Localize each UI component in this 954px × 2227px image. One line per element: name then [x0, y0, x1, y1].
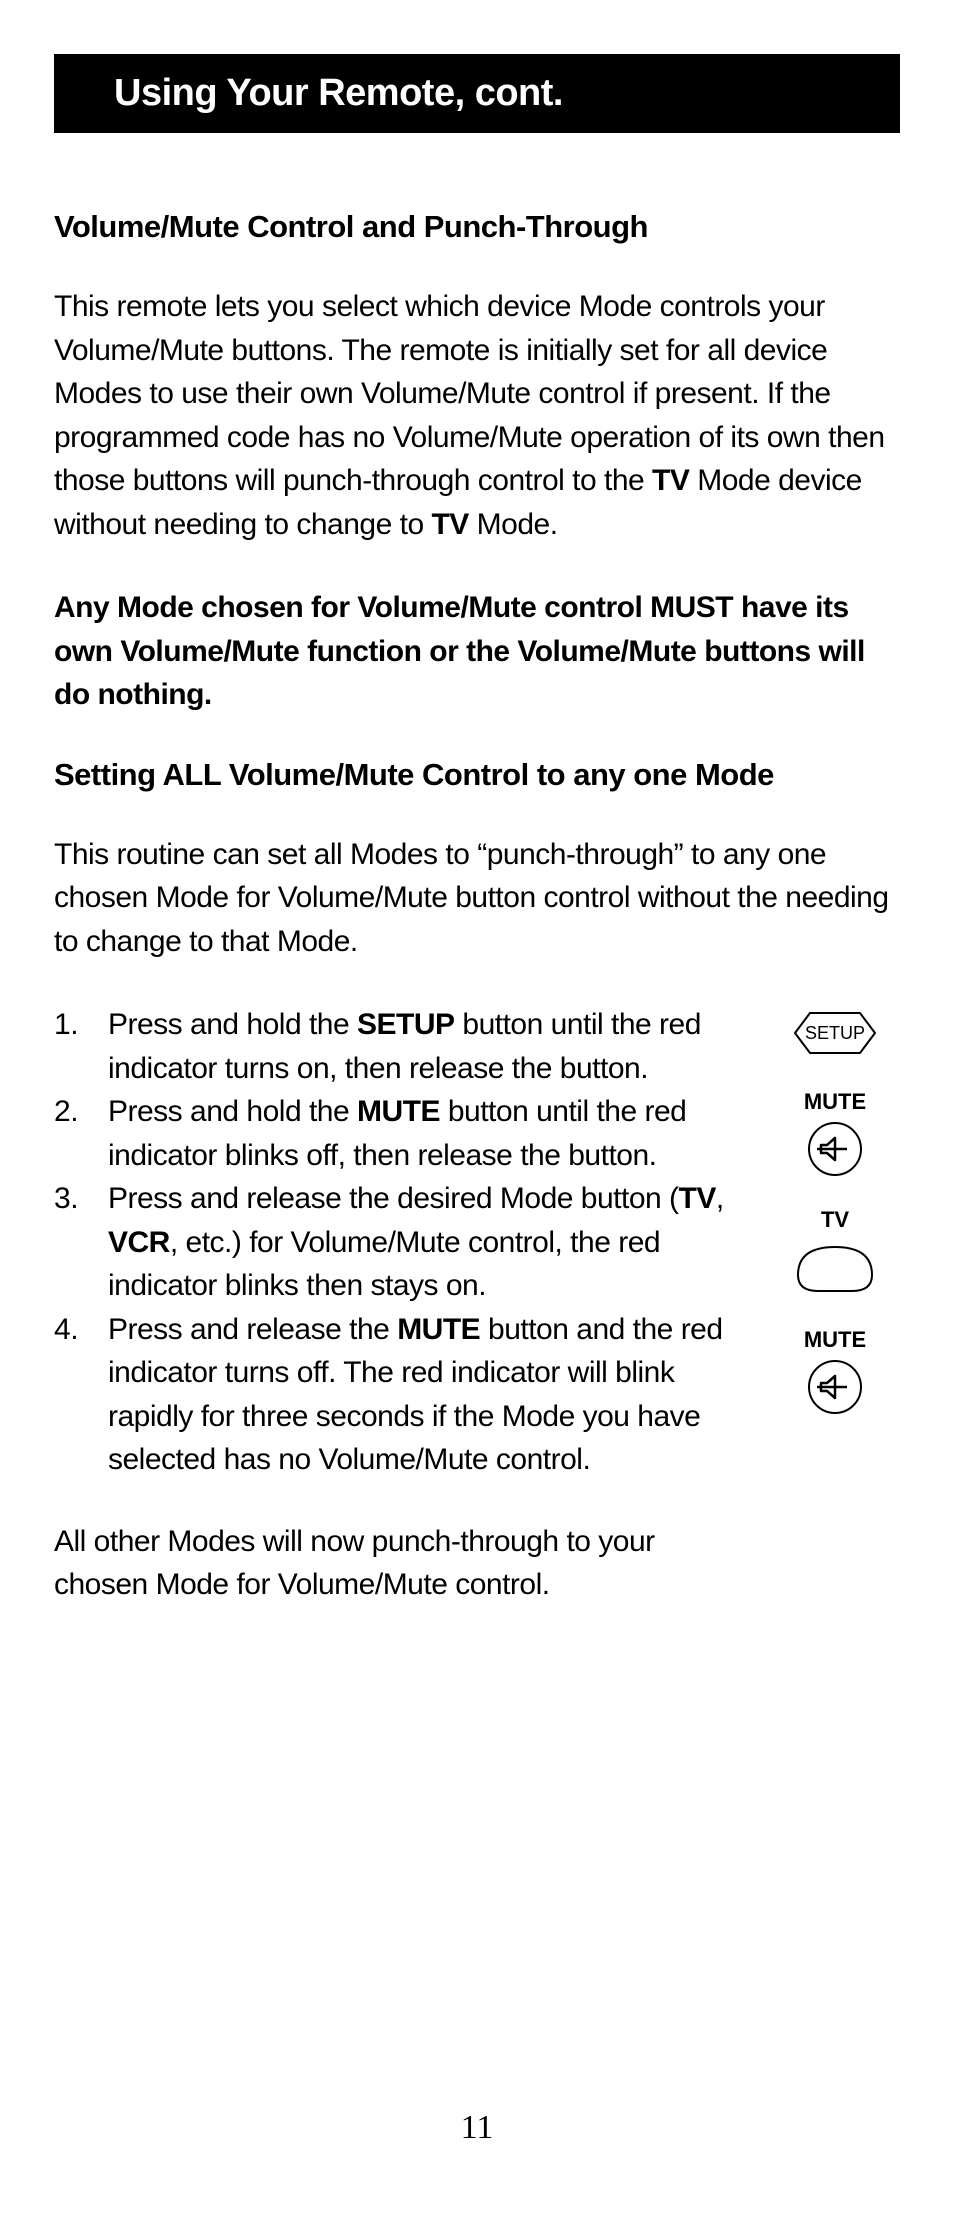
- steps-with-icons: Press and hold the SETUP button until th…: [54, 1003, 900, 1607]
- text-run: Press and hold the: [108, 1095, 357, 1128]
- text-run: Press and release the desired Mode butto…: [108, 1182, 679, 1215]
- text-bold-tv: TV: [679, 1182, 716, 1215]
- text-run: Mode.: [469, 508, 558, 541]
- tv-button-icon: [792, 1239, 878, 1297]
- page-content: Using Your Remote, cont. Volume/Mute Con…: [0, 0, 954, 1607]
- mute-button-label-2: MUTE: [804, 1327, 866, 1353]
- page-header-bar: Using Your Remote, cont.: [54, 54, 900, 133]
- mute-button-icon: [807, 1359, 863, 1415]
- tv-button-label: TV: [821, 1207, 849, 1233]
- steps-list: Press and hold the SETUP button until th…: [54, 1003, 750, 1482]
- button-icons-column: SETUP MUTE TV MUTE: [770, 1003, 900, 1607]
- text-bold-setup: SETUP: [357, 1008, 455, 1041]
- paragraph-closing: All other Modes will now punch-through t…: [54, 1520, 750, 1607]
- step-2: Press and hold the MUTE button until the…: [54, 1090, 750, 1177]
- text-run: ,: [716, 1182, 724, 1215]
- mute-button-label: MUTE: [804, 1089, 866, 1115]
- paragraph-volume-intro: This remote lets you select which device…: [54, 285, 900, 546]
- page-number: 11: [0, 2109, 954, 2147]
- step-4: Press and release the MUTE button and th…: [54, 1308, 750, 1482]
- setup-button-illustration: SETUP: [780, 1007, 890, 1059]
- text-bold-tv: TV: [431, 508, 468, 541]
- text-run: Press and release the: [108, 1313, 397, 1346]
- step-1: Press and hold the SETUP button until th…: [54, 1003, 750, 1090]
- steps-column: Press and hold the SETUP button until th…: [54, 1003, 750, 1607]
- text-bold-tv: TV: [652, 464, 689, 497]
- paragraph-routine-intro: This routine can set all Modes to “punch…: [54, 833, 900, 964]
- setup-button-icon: SETUP: [780, 1007, 890, 1059]
- step-3: Press and release the desired Mode butto…: [54, 1177, 750, 1308]
- text-run: , etc.) for Volume/Mute control, the red…: [108, 1226, 660, 1303]
- paragraph-volume-warning: Any Mode chosen for Volume/Mute control …: [54, 586, 900, 717]
- mute-button-illustration-2: MUTE: [804, 1327, 866, 1415]
- text-run: Press and hold the: [108, 1008, 357, 1041]
- setup-button-label: SETUP: [805, 1023, 865, 1043]
- tv-button-illustration: TV: [792, 1207, 878, 1297]
- text-bold-mute: MUTE: [397, 1313, 480, 1346]
- page-header-title: Using Your Remote, cont.: [114, 72, 563, 114]
- text-bold-mute: MUTE: [357, 1095, 440, 1128]
- mute-button-illustration: MUTE: [804, 1089, 866, 1177]
- section-title-volume-punch-through: Volume/Mute Control and Punch-Through: [54, 209, 900, 245]
- mute-button-icon: [807, 1121, 863, 1177]
- section-title-setting-all: Setting ALL Volume/Mute Control to any o…: [54, 757, 900, 793]
- text-bold-vcr: VCR: [108, 1226, 170, 1259]
